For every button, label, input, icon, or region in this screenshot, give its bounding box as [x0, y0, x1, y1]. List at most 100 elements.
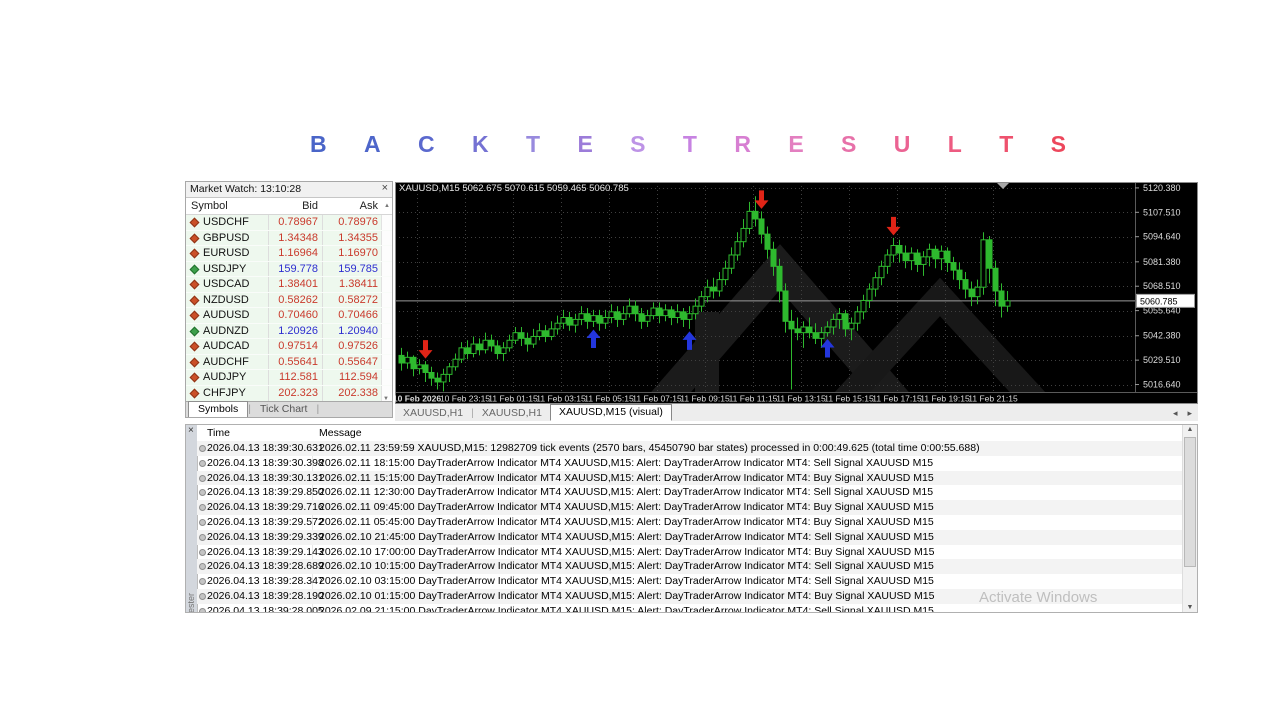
bid-value: 0.58262	[269, 293, 318, 308]
arrow-down-icon	[190, 233, 200, 243]
svg-text:5081.380: 5081.380	[1143, 257, 1181, 267]
tab-next-icon[interactable]: ▸	[1187, 408, 1192, 418]
chart-tab[interactable]: XAUUSD,H1	[395, 406, 471, 421]
tab-tick-chart[interactable]: Tick Chart	[251, 402, 316, 417]
market-watch-row[interactable]: AUDJPY112.581112.594	[186, 370, 392, 386]
market-watch-row[interactable]: AUDCHF0.556410.55647	[186, 355, 392, 371]
log-time: 2026.04.13 18:39:29.143	[207, 545, 324, 560]
arrow-down-icon	[190, 373, 200, 383]
market-watch-row[interactable]: AUDNZD1.209261.20940	[186, 324, 392, 340]
tab-prev-icon[interactable]: ◂	[1173, 408, 1178, 418]
journal-row[interactable]: 2026.04.13 18:39:30.6312026.02.11 23:59:…	[197, 441, 1183, 456]
log-message: 2026.02.09 21:15:00 DayTraderArrow Indic…	[319, 604, 934, 612]
log-bullet-icon	[199, 578, 206, 585]
close-icon[interactable]: ×	[188, 425, 194, 436]
svg-text:11 Feb 19:15: 11 Feb 19:15	[920, 394, 970, 404]
scroll-up-icon[interactable]: ▲	[384, 198, 390, 214]
chart-tab[interactable]: XAUUSD,M15 (visual)	[550, 404, 672, 421]
chart-tab[interactable]: XAUUSD,H1	[474, 406, 550, 421]
log-time: 2026.04.13 18:39:30.631	[207, 441, 324, 456]
market-watch-header: Symbol Bid Ask ▲	[186, 198, 392, 215]
svg-text:11 Feb 17:15: 11 Feb 17:15	[872, 394, 922, 404]
log-message: 2026.02.11 05:45:00 DayTraderArrow Indic…	[319, 515, 934, 530]
log-message: 2026.02.11 09:45:00 DayTraderArrow Indic…	[319, 500, 934, 515]
journal-row[interactable]: 2026.04.13 18:39:29.7162026.02.11 09:45:…	[197, 500, 1183, 515]
journal-row[interactable]: 2026.04.13 18:39:30.1312026.02.11 15:15:…	[197, 471, 1183, 486]
arrow-down-icon	[190, 311, 200, 321]
log-time: 2026.04.13 18:39:29.572	[207, 515, 324, 530]
page: BACKTESTRESULTS Market Watch: 13:10:28 ×…	[0, 0, 1280, 720]
log-message: 2026.02.11 15:15:00 DayTraderArrow Indic…	[319, 471, 934, 486]
time-scale[interactable]: 10 Feb 202610 Feb 23:1511 Feb 01:1511 Fe…	[395, 394, 1018, 404]
market-watch-titlebar: Market Watch: 13:10:28 ×	[186, 182, 392, 198]
log-time: 2026.04.13 18:39:28.347	[207, 574, 324, 589]
bid-value: 0.78967	[269, 215, 318, 230]
journal-scrollbar[interactable]: ▲ ▼	[1182, 425, 1197, 612]
log-time: 2026.04.13 18:39:28.005	[207, 604, 324, 612]
ask-value: 1.16970	[322, 246, 378, 261]
journal-row[interactable]: 2026.04.13 18:39:29.3392026.02.10 21:45:…	[197, 530, 1183, 545]
log-bullet-icon	[199, 593, 206, 600]
bid-value: 112.581	[269, 370, 318, 385]
symbol-name: USDCAD	[203, 277, 249, 292]
log-message: 2026.02.10 17:00:00 DayTraderArrow Indic…	[319, 545, 934, 560]
ask-value: 0.97526	[322, 339, 378, 354]
column-bid[interactable]: Bid	[269, 198, 318, 214]
bid-value: 159.778	[269, 262, 318, 277]
ask-value: 0.55647	[322, 355, 378, 370]
current-price-value: 5060.785	[1140, 296, 1178, 306]
market-watch-row[interactable]: USDCAD1.384011.38411	[186, 277, 392, 293]
title-letter: C	[418, 131, 435, 158]
symbol-name: GBPUSD	[203, 231, 249, 246]
column-message[interactable]: Message	[319, 425, 362, 441]
symbol-name: AUDCHF	[203, 355, 249, 370]
log-message: 2026.02.10 03:15:00 DayTraderArrow Indic…	[319, 574, 934, 589]
scroll-up-icon[interactable]: ▲	[1183, 426, 1197, 433]
market-watch-title: Market Watch: 13:10:28	[190, 183, 301, 195]
journal-row[interactable]: 2026.04.13 18:39:28.6892026.02.10 10:15:…	[197, 559, 1183, 574]
svg-text:5107.510: 5107.510	[1143, 207, 1181, 217]
svg-text:10 Feb 2026: 10 Feb 2026	[395, 394, 441, 404]
tab-symbols[interactable]: Symbols	[188, 401, 248, 417]
bid-value: 1.34348	[269, 231, 318, 246]
svg-text:11 Feb 05:15: 11 Feb 05:15	[584, 394, 634, 404]
log-message: 2026.02.11 18:15:00 DayTraderArrow Indic…	[319, 456, 933, 471]
tab-scroll-arrows[interactable]: ◂▸	[1163, 408, 1192, 419]
column-ask[interactable]: Ask	[322, 198, 378, 214]
title-letter: U	[894, 131, 911, 158]
market-watch-row[interactable]: AUDUSD0.704600.70466	[186, 308, 392, 324]
market-watch-row[interactable]: USDJPY159.778159.785	[186, 262, 392, 278]
journal-list: 2026.04.13 18:39:30.6312026.02.11 23:59:…	[197, 441, 1183, 612]
market-watch-row[interactable]: NZDUSD0.582620.58272	[186, 293, 392, 309]
scrollbar-thumb[interactable]	[1184, 437, 1196, 567]
market-watch-row[interactable]: CHFJPY202.323202.338	[186, 386, 392, 402]
log-bullet-icon	[199, 534, 206, 541]
column-time[interactable]: Time	[207, 425, 230, 441]
svg-text:10 Feb 23:15: 10 Feb 23:15	[440, 394, 490, 404]
journal-row[interactable]: 2026.04.13 18:39:29.1432026.02.10 17:00:…	[197, 545, 1183, 560]
scroll-down-icon[interactable]: ▼	[1183, 604, 1197, 611]
chart-tab-bar: XAUUSD,H1|XAUUSD,H1XAUUSD,M15 (visual)◂▸	[395, 404, 1198, 421]
page-title: BACKTESTRESULTS	[310, 131, 1066, 158]
arrow-down-icon	[190, 218, 200, 228]
journal-row[interactable]: 2026.04.13 18:39:29.8502026.02.11 12:30:…	[197, 485, 1183, 500]
svg-text:11 Feb 21:15: 11 Feb 21:15	[968, 394, 1018, 404]
market-watch-row[interactable]: USDCHF0.789670.78976	[186, 215, 392, 231]
svg-text:5068.510: 5068.510	[1143, 281, 1181, 291]
journal-row[interactable]: 2026.04.13 18:39:29.5722026.02.11 05:45:…	[197, 515, 1183, 530]
log-time: 2026.04.13 18:39:30.398	[207, 456, 324, 471]
market-watch-row[interactable]: AUDCAD0.975140.97526	[186, 339, 392, 355]
column-symbol[interactable]: Symbol	[191, 198, 228, 214]
title-letter: S	[841, 131, 856, 158]
journal-row[interactable]: 2026.04.13 18:39:30.3982026.02.11 18:15:…	[197, 456, 1183, 471]
journal-row[interactable]: 2026.04.13 18:39:28.3472026.02.10 03:15:…	[197, 574, 1183, 589]
close-icon[interactable]: ×	[382, 181, 388, 196]
activate-windows-watermark: Activate Windows	[979, 589, 1097, 606]
chart-ohlc-title: XAUUSD,M15 5062.675 5070.615 5059.465 50…	[399, 183, 629, 194]
svg-text:11 Feb 03:15: 11 Feb 03:15	[536, 394, 586, 404]
log-message: 2026.02.11 12:30:00 DayTraderArrow Indic…	[319, 485, 933, 500]
arrow-up-icon	[190, 264, 200, 274]
market-watch-row[interactable]: EURUSD1.169641.16970	[186, 246, 392, 262]
market-watch-row[interactable]: GBPUSD1.343481.34355	[186, 231, 392, 247]
price-chart[interactable]: 5120.3805107.5105094.6405081.3805068.510…	[395, 182, 1198, 404]
